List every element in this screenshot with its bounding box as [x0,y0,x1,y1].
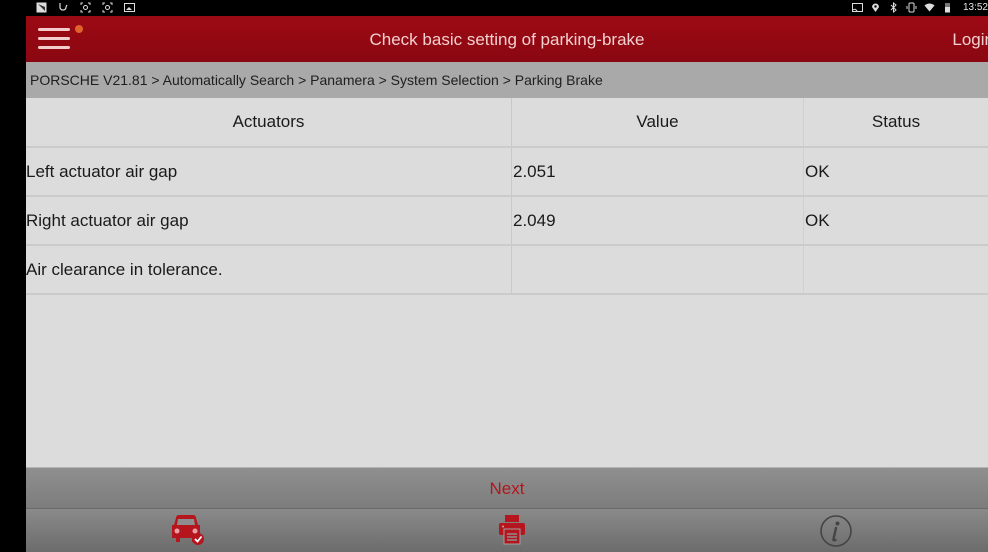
column-header-actuators: Actuators [26,98,512,146]
cast-icon [851,2,863,13]
status-right-icons: 13:52 [851,2,988,13]
value-cell [512,246,804,293]
actuator-cell: Air clearance in tolerance. [26,246,512,293]
stethoscope-icon [58,2,69,13]
bluetooth-icon [888,2,899,13]
actuator-cell: Left actuator air gap [26,148,512,195]
status-cell [804,246,988,293]
status-time: 13:52 [962,2,988,13]
status-cell: OK [805,161,830,181]
title-bar: Check basic setting of parking-brake Log… [26,16,988,62]
column-header-status: Status [871,112,921,131]
android-status-bar: 13:52 [0,0,988,16]
table-header: Actuators Value Status [26,98,988,148]
screen: 13:52 Check basic setting of parking-bra… [0,0,988,552]
status-cell: OK [805,210,830,230]
bottom-toolbar [26,508,988,552]
print-button[interactable] [482,514,542,548]
screenshot-icon [80,2,91,13]
table-row[interactable]: Air clearance in tolerance. [26,246,988,295]
gallery-icon [124,2,135,13]
car-check-icon [166,514,206,548]
login-button[interactable]: Login [952,30,988,50]
value-cell: 2.049 [512,197,804,244]
vibrate-icon [906,2,917,13]
column-header-value: Value [512,98,804,146]
table-row[interactable]: Left actuator air gap 2.051 OK [26,148,988,197]
info-button[interactable] [806,514,866,548]
printer-icon [496,514,528,548]
table-row[interactable]: Right actuator air gap 2.049 OK [26,197,988,246]
image-notification-icon [36,2,47,13]
actuator-table: Actuators Value Status Left actuator air… [26,98,988,295]
location-icon [870,2,881,13]
status-left-icons [36,2,135,13]
page-title: Check basic setting of parking-brake [369,30,645,49]
screenshot-icon [102,2,113,13]
info-icon [819,514,853,548]
vehicle-button[interactable] [156,514,216,548]
actuator-cell: Right actuator air gap [26,197,512,244]
value-cell: 2.051 [512,148,804,195]
wifi-icon [924,2,935,13]
battery-icon [942,2,953,13]
breadcrumb: PORSCHE V21.81 > Automatically Search > … [26,62,988,98]
diagnostic-app: Check basic setting of parking-brake Log… [26,16,988,552]
next-button[interactable]: Next [26,467,988,508]
